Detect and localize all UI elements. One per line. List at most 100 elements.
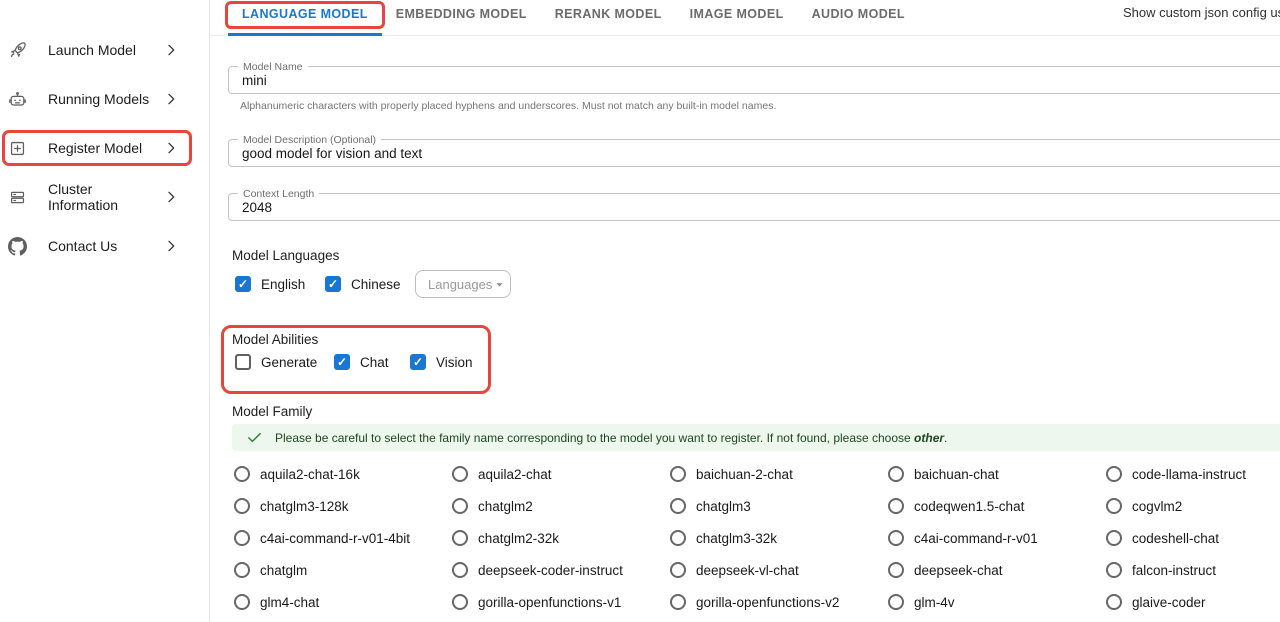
radio-unchecked-icon[interactable]	[234, 466, 250, 482]
tab-label: IMAGE MODEL	[690, 7, 784, 21]
model-family-option-chatglm3[interactable]: chatglm3	[670, 490, 888, 522]
robot-icon	[8, 90, 27, 109]
model-family-option-codeshell-chat[interactable]: codeshell-chat	[1106, 522, 1280, 554]
model-family-option-c4ai-command-r-v01[interactable]: c4ai-command-r-v01	[888, 522, 1106, 554]
plus-square-icon	[8, 139, 27, 158]
languages-dropdown-value: Languages	[428, 277, 492, 292]
model-name-helper-text: Alphanumeric characters with properly pl…	[240, 100, 776, 112]
tab-label: AUDIO MODEL	[812, 7, 905, 21]
sidebar-item-running-models[interactable]: Running Models	[0, 79, 209, 119]
model-family-option-chatglm3-128k[interactable]: chatglm3-128k	[234, 490, 452, 522]
radio-unchecked-icon[interactable]	[670, 466, 686, 482]
context-length-field[interactable]: Context Length 2048	[228, 193, 1280, 221]
sidebar: Launch Model Running Models Regis	[0, 0, 210, 622]
model-family-option-chatglm2[interactable]: chatglm2	[452, 490, 670, 522]
model-family-option-chatglm3-32k[interactable]: chatglm3-32k	[670, 522, 888, 554]
model-family-option-gorilla-openfunctions-v1[interactable]: gorilla-openfunctions-v1	[452, 586, 670, 618]
radio-unchecked-icon[interactable]	[1106, 530, 1122, 546]
radio-unchecked-icon[interactable]	[452, 466, 468, 482]
model-family-option-glaive-coder[interactable]: glaive-coder	[1106, 586, 1280, 618]
model-family-option-glm-4v[interactable]: glm-4v	[888, 586, 1106, 618]
model-abilities-section-label: Model Abilities	[232, 332, 318, 347]
tab-audio-model[interactable]: AUDIO MODEL	[798, 0, 919, 36]
model-languages-section-label: Model Languages	[232, 248, 339, 263]
checkbox-english[interactable]: English	[235, 276, 305, 292]
model-family-option-baichuan-2-chat[interactable]: baichuan-2-chat	[670, 458, 888, 490]
radio-unchecked-icon[interactable]	[1106, 562, 1122, 578]
radio-unchecked-icon[interactable]	[452, 594, 468, 610]
sidebar-item-contact-us[interactable]: Contact Us	[0, 226, 209, 266]
checkbox-chinese[interactable]: Chinese	[325, 276, 401, 292]
chevron-right-icon	[163, 189, 179, 205]
sidebar-item-label: Cluster Information	[48, 181, 163, 213]
model-family-option-deepseek-chat[interactable]: deepseek-chat	[888, 554, 1106, 586]
check-icon	[246, 429, 263, 446]
languages-dropdown[interactable]: Languages	[415, 270, 511, 298]
tab-image-model[interactable]: IMAGE MODEL	[676, 0, 798, 36]
model-family-option-codeqwen1-5-chat[interactable]: codeqwen1.5-chat	[888, 490, 1106, 522]
radio-unchecked-icon[interactable]	[452, 562, 468, 578]
checkbox-checked-icon[interactable]	[235, 276, 251, 292]
model-family-option-aquila2-chat-16k[interactable]: aquila2-chat-16k	[234, 458, 452, 490]
checkbox-chat[interactable]: Chat	[334, 354, 389, 370]
radio-unchecked-icon[interactable]	[1106, 594, 1122, 610]
checkbox-checked-icon[interactable]	[410, 354, 426, 370]
checkbox-generate[interactable]: Generate	[235, 354, 317, 370]
checkbox-label: Chat	[360, 355, 389, 370]
checkbox-label: Generate	[261, 355, 317, 370]
checkbox-checked-icon[interactable]	[325, 276, 341, 292]
sidebar-item-label: Launch Model	[48, 42, 163, 58]
model-family-option-deepseek-vl-chat[interactable]: deepseek-vl-chat	[670, 554, 888, 586]
model-family-option-chatglm2-32k[interactable]: chatglm2-32k	[452, 522, 670, 554]
checkbox-vision[interactable]: Vision	[410, 354, 473, 370]
model-family-option-glm4-chat[interactable]: glm4-chat	[234, 586, 452, 618]
radio-unchecked-icon[interactable]	[1106, 466, 1122, 482]
sidebar-item-cluster-information[interactable]: Cluster Information	[0, 177, 209, 217]
tab-rerank-model[interactable]: RERANK MODEL	[541, 0, 676, 36]
radio-unchecked-icon[interactable]	[888, 498, 904, 514]
radio-unchecked-icon[interactable]	[670, 594, 686, 610]
show-custom-json-config-link[interactable]: Show custom json config used b	[1123, 5, 1280, 20]
model-family-option-aquila2-chat[interactable]: aquila2-chat	[452, 458, 670, 490]
radio-unchecked-icon[interactable]	[670, 562, 686, 578]
model-family-option-baichuan-chat[interactable]: baichuan-chat	[888, 458, 1106, 490]
radio-unchecked-icon[interactable]	[670, 498, 686, 514]
sidebar-item-launch-model[interactable]: Launch Model	[0, 30, 209, 70]
model-name-value: mini	[242, 67, 267, 94]
radio-unchecked-icon[interactable]	[888, 562, 904, 578]
model-family-option-chatglm[interactable]: chatglm	[234, 554, 452, 586]
chevron-right-icon	[163, 238, 179, 254]
radio-unchecked-icon[interactable]	[234, 562, 250, 578]
tab-label: EMBEDDING MODEL	[396, 7, 527, 21]
model-family-option-falcon-instruct[interactable]: falcon-instruct	[1106, 554, 1280, 586]
model-family-option-deepseek-coder-instruct[interactable]: deepseek-coder-instruct	[452, 554, 670, 586]
tab-language-model[interactable]: LANGUAGE MODEL	[228, 0, 382, 36]
checkbox-unchecked-icon[interactable]	[235, 354, 251, 370]
model-family-option-cogvlm2[interactable]: cogvlm2	[1106, 490, 1280, 522]
sidebar-item-register-model[interactable]: Register Model	[0, 128, 209, 168]
radio-unchecked-icon[interactable]	[452, 498, 468, 514]
radio-unchecked-icon[interactable]	[452, 530, 468, 546]
checkbox-label: Vision	[436, 355, 473, 370]
sidebar-item-label: Register Model	[48, 140, 163, 156]
model-name-field[interactable]: Model Name mini	[228, 66, 1280, 94]
tab-label: RERANK MODEL	[555, 7, 662, 21]
model-family-section-label: Model Family	[232, 404, 312, 419]
checkbox-label: Chinese	[351, 277, 401, 292]
radio-unchecked-icon[interactable]	[1106, 498, 1122, 514]
radio-unchecked-icon[interactable]	[888, 466, 904, 482]
model-family-option-c4ai-command-r-v01-4bit[interactable]: c4ai-command-r-v01-4bit	[234, 522, 452, 554]
radio-unchecked-icon[interactable]	[670, 530, 686, 546]
radio-unchecked-icon[interactable]	[234, 530, 250, 546]
model-family-option-code-llama-instruct[interactable]: code-llama-instruct	[1106, 458, 1280, 490]
tab-indicator	[228, 33, 382, 36]
tab-embedding-model[interactable]: EMBEDDING MODEL	[382, 0, 541, 36]
checkbox-checked-icon[interactable]	[334, 354, 350, 370]
radio-unchecked-icon[interactable]	[888, 530, 904, 546]
radio-unchecked-icon[interactable]	[234, 594, 250, 610]
radio-unchecked-icon[interactable]	[888, 594, 904, 610]
model-type-tabbar: LANGUAGE MODEL EMBEDDING MODEL RERANK MO…	[210, 0, 1280, 36]
model-family-option-gorilla-openfunctions-v2[interactable]: gorilla-openfunctions-v2	[670, 586, 888, 618]
radio-unchecked-icon[interactable]	[234, 498, 250, 514]
model-description-field[interactable]: Model Description (Optional) good model …	[228, 139, 1280, 167]
